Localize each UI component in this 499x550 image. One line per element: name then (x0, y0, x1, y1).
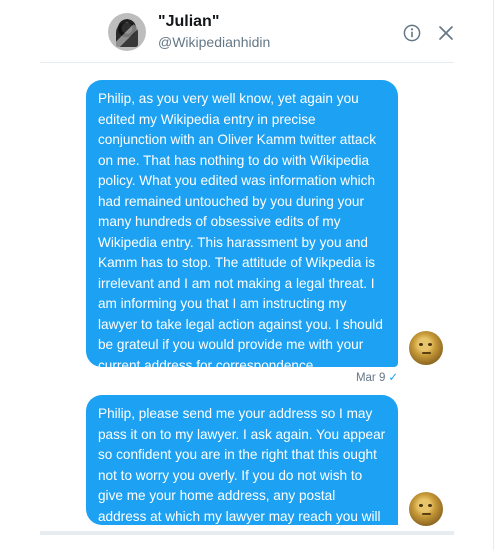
sender-avatar (409, 331, 443, 365)
header-divider (40, 62, 454, 63)
composer-divider (40, 531, 454, 535)
contact-avatar[interactable] (108, 13, 146, 51)
message-date: Mar 9 (355, 372, 386, 384)
contact-name[interactable]: "Julian" (158, 13, 219, 31)
check-icon: ✓ (388, 372, 398, 384)
message-meta: Mar 9 ✓ (300, 370, 398, 384)
contact-handle[interactable]: @Wikipedianhidin (158, 34, 270, 50)
conversation-header: "Julian" @Wikipedianhidin (0, 0, 499, 62)
close-icon[interactable] (438, 25, 454, 41)
sender-avatar (409, 492, 443, 526)
message-bubble[interactable]: Philip, please send me your address so I… (86, 395, 398, 544)
message-bubble[interactable]: Philip, as you very well know, yet again… (86, 80, 398, 373)
panel-border (493, 0, 494, 550)
info-icon[interactable] (403, 24, 421, 42)
